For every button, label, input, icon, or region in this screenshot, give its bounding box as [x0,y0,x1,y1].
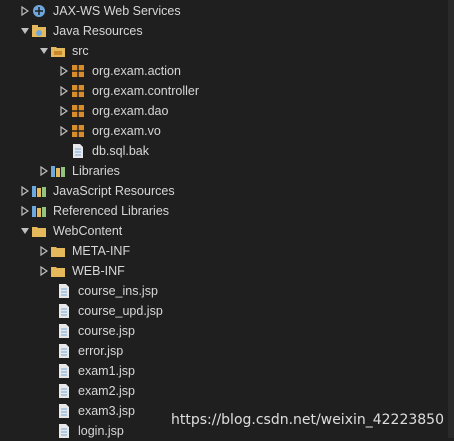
chevron-down-icon[interactable] [38,41,50,61]
tree-item-src[interactable]: src [38,41,89,61]
chevron-right-icon[interactable] [19,181,31,201]
chevron-right-icon[interactable] [58,81,70,101]
project-explorer-tree: JAX-WS Web Services Java Resources src o… [0,0,454,438]
folder-icon [50,263,66,279]
tree-item-label: Java Resources [53,24,143,38]
chevron-right-icon[interactable] [38,241,50,261]
tree-item-java-resources[interactable]: Java Resources [19,21,143,41]
tree-item-label: exam2.jsp [78,384,135,398]
chevron-down-icon[interactable] [19,221,31,241]
chevron-right-icon[interactable] [19,1,31,21]
tree-item-org-exam-vo[interactable]: org.exam.vo [58,121,161,141]
tree-item-course-jsp[interactable]: course.jsp [56,321,135,341]
tree-item-webcontent[interactable]: WebContent [19,221,122,241]
tree-item-login-jsp[interactable]: login.jsp [56,421,124,441]
tree-item-jax-ws-web-services[interactable]: JAX-WS Web Services [19,1,181,21]
tree-item-label: org.exam.controller [92,84,199,98]
libraries-icon [50,163,66,179]
tree-item-exam3-jsp[interactable]: exam3.jsp [56,401,135,421]
chevron-down-icon[interactable] [19,21,31,41]
tree-item-label: WEB-INF [72,264,125,278]
jaxws-icon [31,3,47,19]
tree-item-label: WebContent [53,224,123,238]
tree-item-label: Referenced Libraries [53,204,170,218]
jsp-file-icon [56,323,72,339]
tree-item-label: db.sql.bak [92,144,149,158]
tree-item-label: JavaScript Resources [53,184,175,198]
jsp-file-icon [56,343,72,359]
tree-item-label: META-INF [72,244,131,258]
tree-item-label: exam3.jsp [78,404,135,418]
tree-item-libraries[interactable]: Libraries [38,161,120,181]
file-icon [70,143,86,159]
jsp-file-icon [56,283,72,299]
tree-item-label: src [72,44,89,58]
tree-item-label: course_upd.jsp [78,304,163,318]
tree-item-exam1-jsp[interactable]: exam1.jsp [56,361,135,381]
tree-item-org-exam-controller[interactable]: org.exam.controller [58,81,199,101]
package-icon [70,123,86,139]
vertical-scrollbar[interactable] [448,0,454,438]
package-icon [70,103,86,119]
tree-item-javascript-resources[interactable]: JavaScript Resources [19,181,175,201]
referenced-libraries-icon [31,203,47,219]
tree-item-label: org.exam.dao [92,104,169,118]
tree-item-error-jsp[interactable]: error.jsp [56,341,123,361]
jsp-file-icon [56,403,72,419]
tree-item-web-inf[interactable]: WEB-INF [38,261,125,281]
chevron-right-icon[interactable] [19,201,31,221]
jsp-file-icon [56,363,72,379]
package-icon [70,63,86,79]
tree-item-label: JAX-WS Web Services [53,4,181,18]
jsp-file-icon [56,423,72,439]
tree-item-label: exam1.jsp [78,364,135,378]
tree-item-label: login.jsp [78,424,124,438]
java-resources-icon [31,23,47,39]
tree-item-referenced-libraries[interactable]: Referenced Libraries [19,201,169,221]
tree-item-label: course_ins.jsp [78,284,158,298]
tree-item-label: course.jsp [78,324,135,338]
tree-item-course-ins-jsp[interactable]: course_ins.jsp [56,281,158,301]
tree-item-org-exam-action[interactable]: org.exam.action [58,61,181,81]
tree-item-label: Libraries [72,164,120,178]
tree-item-db-sql-bak[interactable]: db.sql.bak [70,141,149,161]
source-folder-icon [50,43,66,59]
tree-item-label: org.exam.vo [92,124,161,138]
package-icon [70,83,86,99]
chevron-right-icon[interactable] [58,121,70,141]
tree-item-label: error.jsp [78,344,124,358]
tree-item-org-exam-dao[interactable]: org.exam.dao [58,101,168,121]
jsp-file-icon [56,383,72,399]
watermark-text: https://blog.csdn.net/weixin_42223850 [170,412,444,428]
chevron-right-icon[interactable] [58,101,70,121]
tree-item-label: org.exam.action [92,64,181,78]
tree-item-course-upd-jsp[interactable]: course_upd.jsp [56,301,163,321]
folder-icon [50,243,66,259]
jsp-file-icon [56,303,72,319]
tree-item-meta-inf[interactable]: META-INF [38,241,130,261]
javascript-resources-icon [31,183,47,199]
chevron-right-icon[interactable] [58,61,70,81]
folder-open-icon [31,223,47,239]
chevron-right-icon[interactable] [38,261,50,281]
tree-item-exam2-jsp[interactable]: exam2.jsp [56,381,135,401]
chevron-right-icon[interactable] [38,161,50,181]
